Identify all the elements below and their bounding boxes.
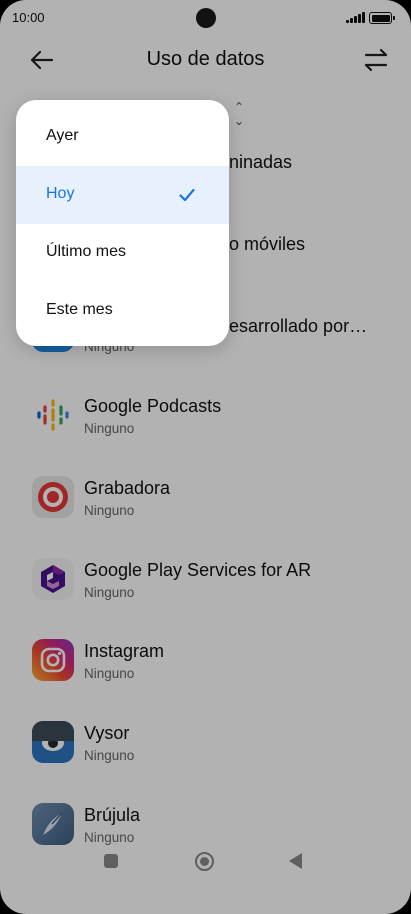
- period-dropdown: Ayer Hoy Último mes Este mes: [16, 100, 229, 346]
- checkmark-icon: [179, 188, 195, 202]
- option-label: Ayer: [46, 127, 79, 144]
- option-label: Este mes: [46, 301, 113, 318]
- option-hoy[interactable]: Hoy: [16, 166, 229, 224]
- option-ultimo-mes[interactable]: Último mes: [16, 224, 229, 282]
- option-ayer[interactable]: Ayer: [16, 108, 229, 166]
- option-label: Hoy: [46, 185, 75, 202]
- phone-screen: 10:00 Uso de datos ⌃ ⌄ ninadas o móviles …: [0, 0, 411, 914]
- option-label: Último mes: [46, 243, 127, 260]
- option-este-mes[interactable]: Este mes: [16, 282, 229, 340]
